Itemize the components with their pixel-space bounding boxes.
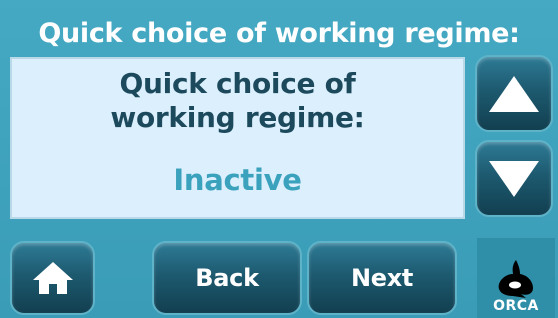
home-button[interactable]: [10, 241, 95, 315]
back-button[interactable]: Back: [152, 241, 302, 315]
arrow-down-icon: [489, 160, 539, 197]
home-icon: [32, 262, 73, 294]
device-screen: Quick choice of working regime: Quick ch…: [0, 0, 558, 318]
setting-value: Inactive: [173, 163, 302, 197]
setting-label-line-1: Quick choice of: [119, 67, 356, 100]
page-title: Quick choice of working regime:: [38, 18, 520, 49]
brand-logo: ORCA: [477, 238, 555, 318]
setting-panel: Quick choice of working regime: Inactive: [10, 57, 465, 219]
logo-text: ORCA: [493, 298, 539, 314]
arrow-up-icon: [489, 75, 539, 112]
setting-label-line-2: working regime:: [110, 101, 365, 134]
setting-label: Quick choice of working regime:: [12, 67, 463, 135]
orca-whale-logo: [498, 260, 533, 298]
down-button[interactable]: [475, 140, 553, 217]
next-button[interactable]: Next: [307, 241, 457, 315]
back-button-label: Back: [195, 264, 259, 292]
up-button[interactable]: [475, 55, 553, 132]
next-button-label: Next: [350, 264, 414, 292]
